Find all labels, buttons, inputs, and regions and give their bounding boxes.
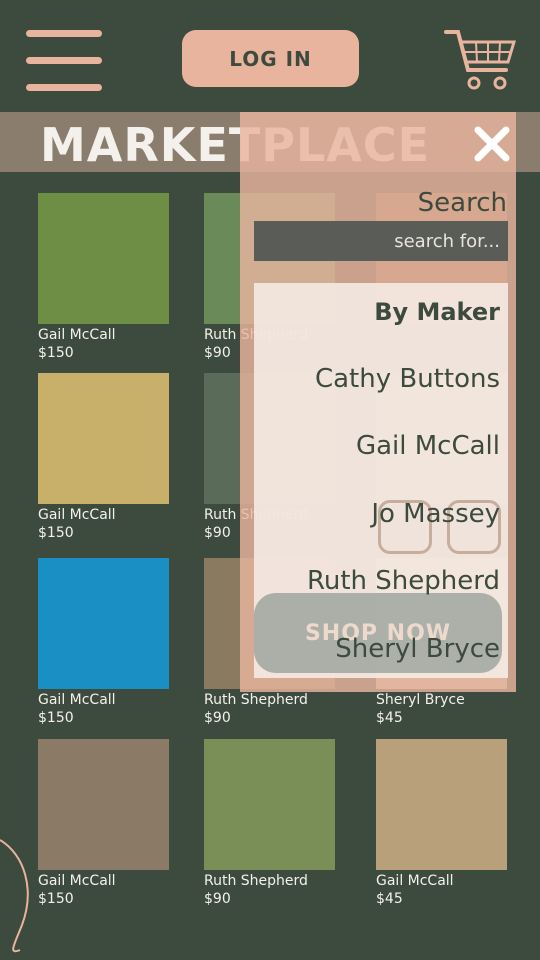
- product-price: $90: [204, 710, 231, 726]
- product-price: $45: [376, 710, 403, 726]
- product-maker: Gail McCall: [376, 873, 454, 889]
- product-card[interactable]: Ruth Shepherd $90: [204, 739, 335, 908]
- product-price: $150: [38, 710, 74, 726]
- product-price: $150: [38, 891, 74, 907]
- maker-item-ruth-shepherd[interactable]: Ruth Shepherd: [307, 566, 500, 596]
- product-card[interactable]: Gail McCall $150: [38, 739, 169, 908]
- product-maker: Gail McCall: [38, 692, 116, 708]
- product-maker: Gail McCall: [38, 327, 116, 343]
- product-maker: Sheryl Bryce: [376, 692, 465, 708]
- product-image[interactable]: [38, 558, 169, 689]
- maker-item-cathy-buttons[interactable]: Cathy Buttons: [315, 364, 500, 394]
- product-maker: Ruth Shepherd: [204, 692, 308, 708]
- close-icon[interactable]: [472, 124, 512, 164]
- product-maker: Gail McCall: [38, 873, 116, 889]
- hamburger-menu-icon[interactable]: [26, 30, 102, 92]
- product-image[interactable]: [38, 193, 169, 324]
- decorative-swirl-icon: [0, 839, 29, 953]
- product-card[interactable]: Gail McCall $150: [38, 558, 169, 727]
- product-card[interactable]: Gail McCall $150: [38, 373, 169, 542]
- product-image[interactable]: [38, 373, 169, 504]
- product-price: $45: [376, 891, 403, 907]
- product-card[interactable]: Gail McCall $45: [376, 739, 507, 908]
- product-maker: Gail McCall: [38, 507, 116, 523]
- login-button[interactable]: LOG IN: [182, 30, 359, 87]
- product-image[interactable]: [204, 739, 335, 870]
- product-maker: Ruth Shepherd: [204, 873, 308, 889]
- product-price: $90: [204, 891, 231, 907]
- product-card[interactable]: Gail McCall $150: [38, 193, 169, 362]
- maker-item-jo-massey[interactable]: Jo Massey: [371, 499, 500, 529]
- by-maker-heading: By Maker: [374, 298, 500, 326]
- product-price: $150: [38, 525, 74, 541]
- product-image[interactable]: [38, 739, 169, 870]
- search-input[interactable]: [254, 221, 508, 261]
- maker-item-sheryl-bryce[interactable]: Sheryl Bryce: [335, 634, 500, 664]
- cart-icon[interactable]: [444, 28, 517, 92]
- product-image[interactable]: [376, 739, 507, 870]
- maker-item-gail-mccall[interactable]: Gail McCall: [356, 431, 500, 461]
- search-label: Search: [417, 188, 507, 218]
- product-price: $150: [38, 345, 74, 361]
